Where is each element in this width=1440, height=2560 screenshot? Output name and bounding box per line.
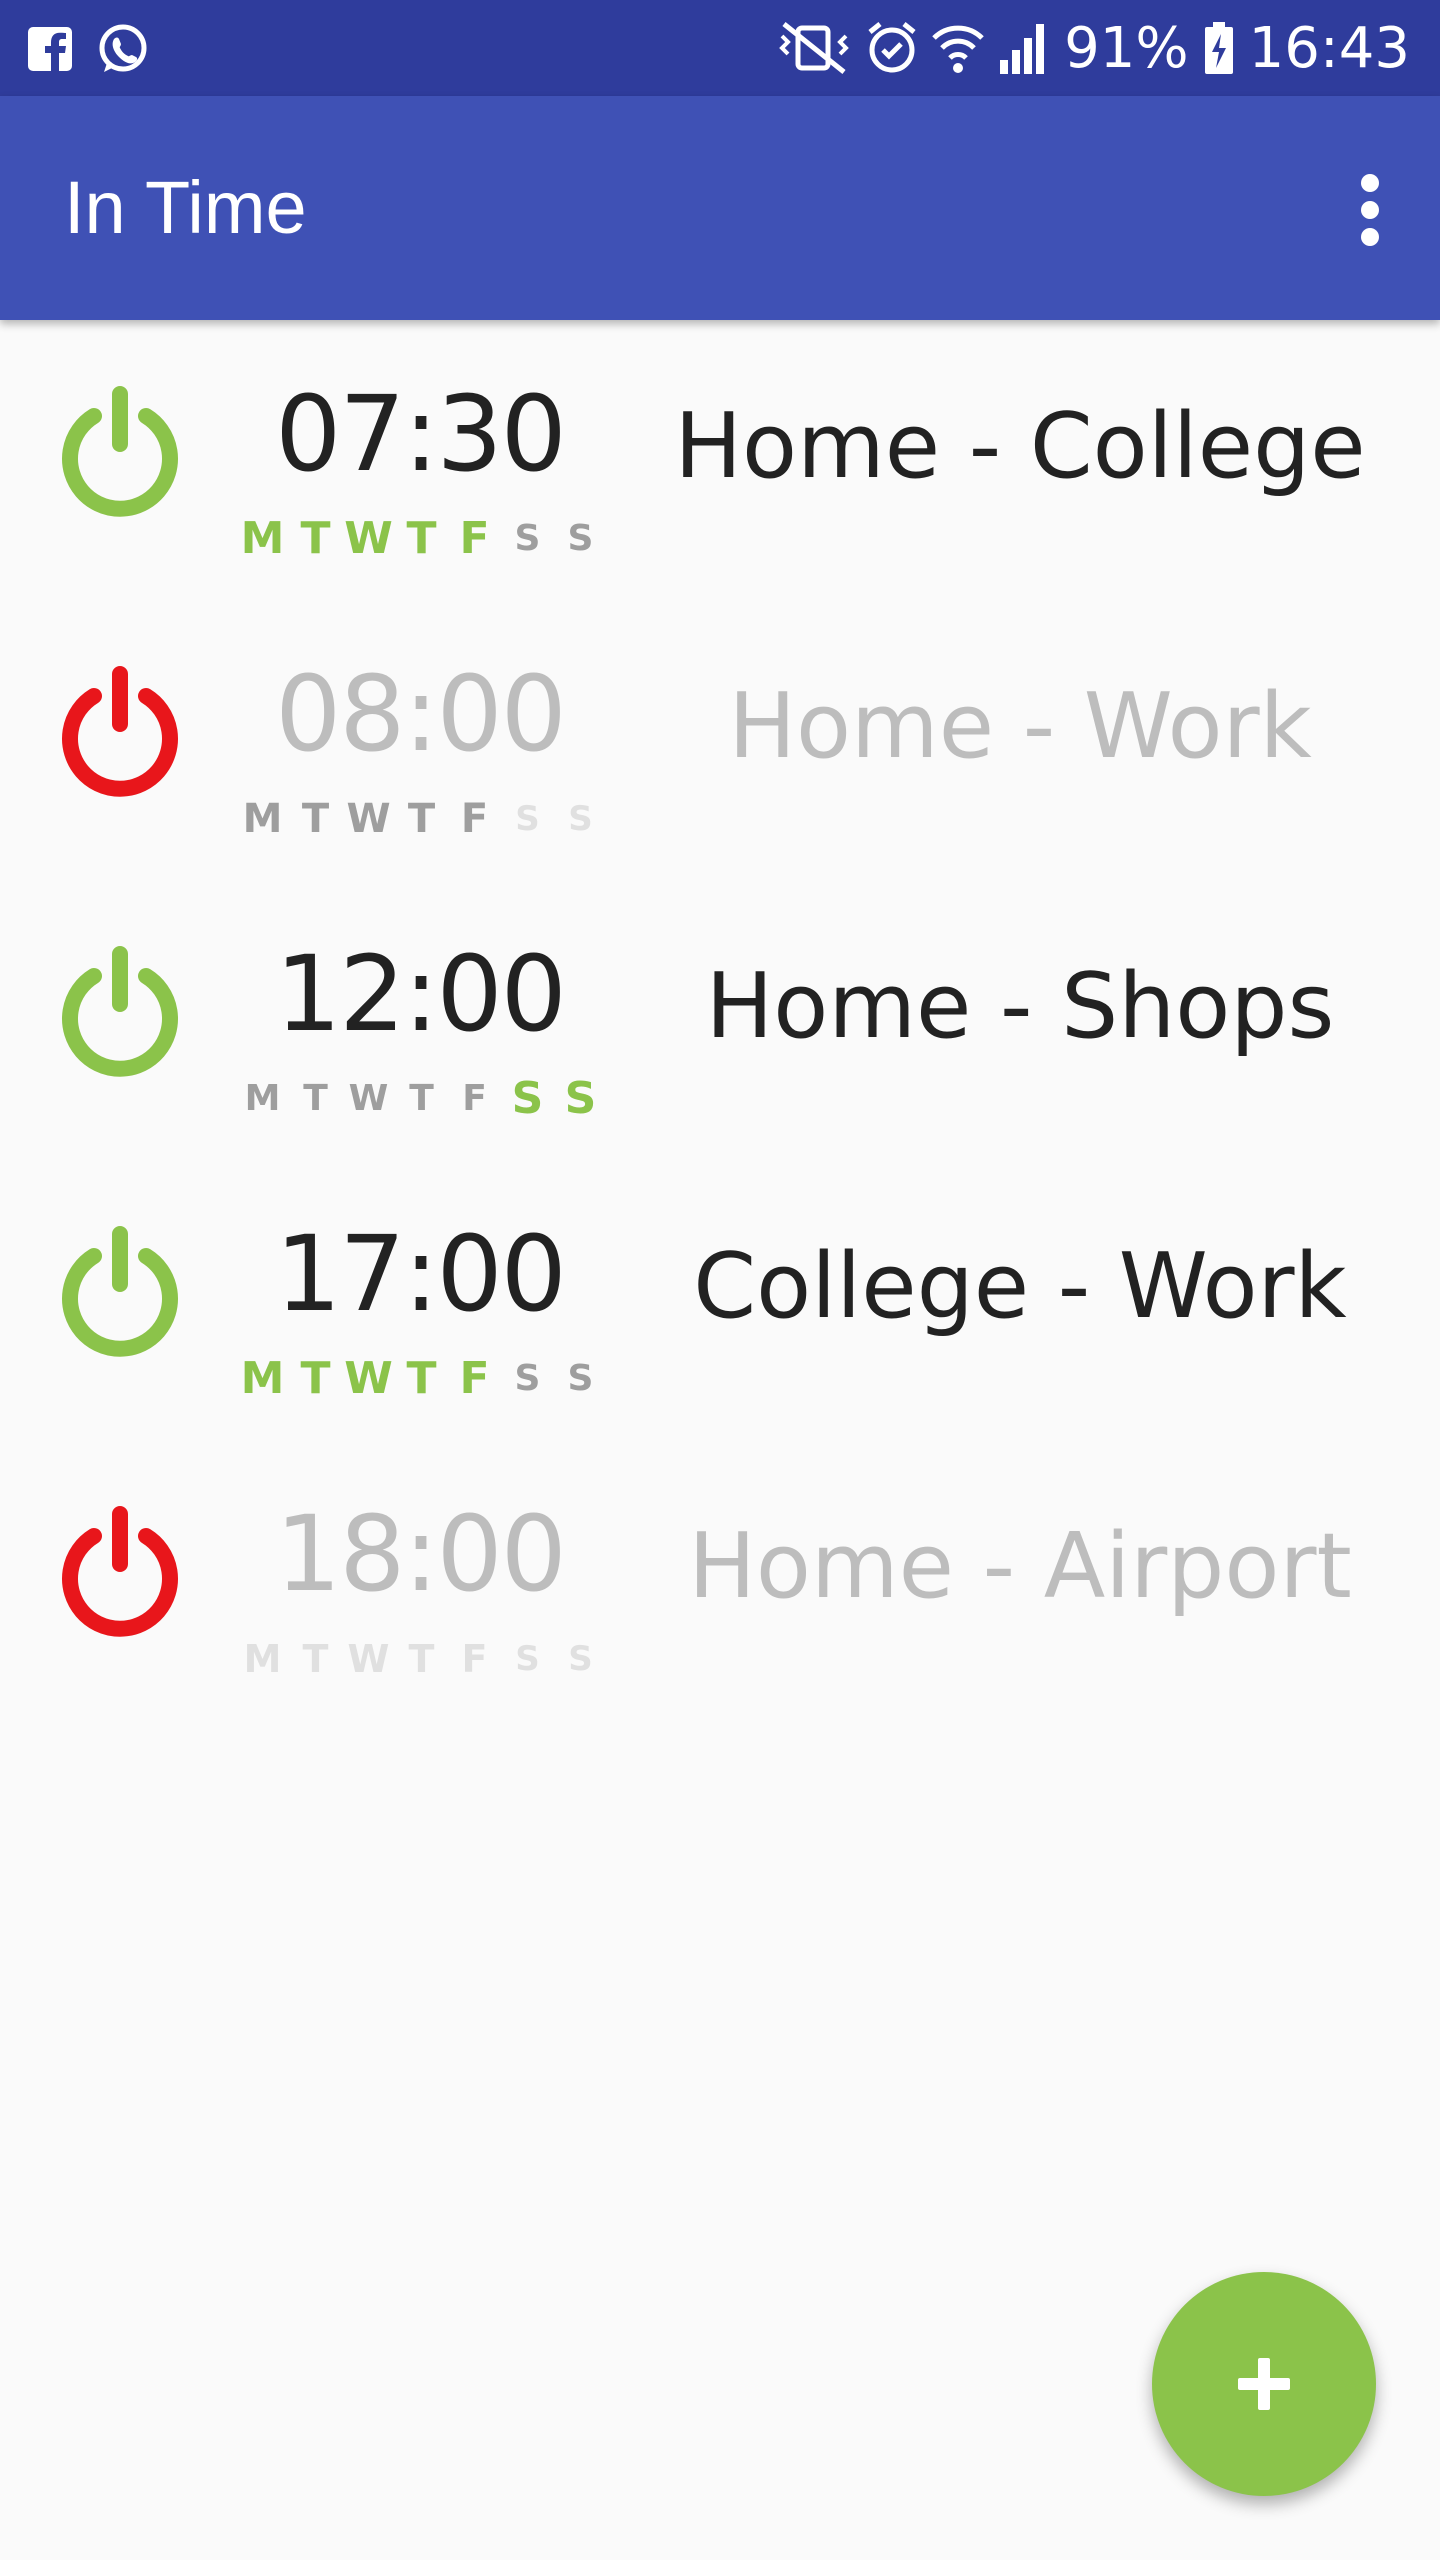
day-label: S — [511, 1073, 544, 1124]
power-on-icon[interactable] — [48, 1222, 192, 1366]
status-right-icons: 91% 16:43 — [776, 14, 1410, 82]
day-label: W — [347, 1637, 390, 1681]
day-label: T — [300, 1353, 331, 1404]
day-label: S — [515, 799, 540, 839]
alarm-route[interactable]: Home - College — [660, 392, 1380, 502]
alarm-time[interactable]: 12:00 — [230, 936, 610, 1052]
power-off-icon[interactable] — [48, 1502, 192, 1646]
vibrate-mute-icon — [779, 22, 849, 74]
alarm-days: MTWTFSS — [236, 514, 607, 564]
day-label: W — [344, 1353, 393, 1404]
alarm-days: MTWTFSS — [236, 1074, 607, 1124]
day-label: F — [462, 1078, 487, 1119]
battery-percent: 91% — [1064, 15, 1189, 81]
alarm-row[interactable]: 12:00 M T W T F S S Home - Shops — [0, 880, 1440, 1160]
day-label: S — [568, 799, 593, 839]
alarm-route[interactable]: Home - Work — [660, 672, 1380, 782]
status-time: 16:43 — [1248, 15, 1410, 81]
day-label: M — [240, 1353, 285, 1404]
day-label: M — [242, 796, 283, 842]
day-label: T — [408, 1637, 435, 1681]
signal-icon — [1000, 24, 1045, 74]
day-label: T — [409, 1078, 434, 1119]
alarm-time[interactable]: 08:00 — [230, 656, 610, 772]
wifi-icon — [932, 25, 984, 73]
alarm-list: 07:30 M T W T F S S Home - College 08:00 M T W T F S S Ho… — [0, 320, 1440, 1720]
day-label: T — [303, 1078, 328, 1119]
power-on-icon[interactable] — [48, 382, 192, 526]
add-alarm-button[interactable] — [1152, 2272, 1376, 2496]
day-label: M — [243, 1637, 282, 1681]
day-label: W — [344, 513, 393, 564]
day-label: F — [459, 1353, 490, 1404]
day-label: M — [244, 1078, 281, 1119]
battery-charging-icon — [1204, 22, 1233, 74]
day-label: T — [407, 796, 436, 842]
alarm-route[interactable]: Home - Shops — [660, 952, 1380, 1062]
alarm-row[interactable]: 17:00 M T W T F S S College - Work — [0, 1160, 1440, 1440]
day-label: T — [406, 513, 437, 564]
facebook-icon — [28, 27, 72, 71]
day-label: M — [240, 513, 285, 564]
alarm-days: MTWTFSS — [236, 1354, 607, 1404]
day-label: S — [514, 1358, 541, 1399]
plus-icon — [1238, 2358, 1290, 2410]
status-bar: 91% 16:43 — [0, 0, 1440, 96]
alarm-days: MTWTFSS — [236, 794, 607, 844]
day-label: S — [568, 1639, 593, 1679]
day-label: T — [406, 1353, 437, 1404]
app-title: In Time — [64, 166, 307, 249]
day-label: T — [301, 796, 330, 842]
status-left-icons — [26, 22, 150, 76]
alarm-route[interactable]: College - Work — [660, 1232, 1380, 1342]
alarm-row[interactable]: 07:30 M T W T F S S Home - College — [0, 320, 1440, 600]
day-label: W — [346, 796, 391, 842]
power-off-icon[interactable] — [48, 662, 192, 806]
day-label: T — [300, 513, 331, 564]
alarm-route[interactable]: Home - Airport — [660, 1512, 1380, 1622]
day-label: F — [460, 796, 489, 842]
day-label: S — [564, 1073, 597, 1124]
day-label: W — [348, 1078, 389, 1119]
app-bar: In Time — [0, 96, 1440, 320]
alarm-time[interactable]: 18:00 — [230, 1496, 610, 1612]
day-label: S — [514, 518, 541, 559]
alarm-row[interactable]: 18:00 M T W T F S S Home - Airport — [0, 1440, 1440, 1720]
day-label: T — [302, 1637, 329, 1681]
day-label: S — [567, 518, 594, 559]
alarm-icon — [868, 22, 916, 73]
alarm-row[interactable]: 08:00 M T W T F S S Home - Work — [0, 600, 1440, 880]
day-label: S — [515, 1639, 540, 1679]
day-label: F — [459, 513, 490, 564]
alarm-time[interactable]: 17:00 — [230, 1216, 610, 1332]
alarm-time[interactable]: 07:30 — [230, 376, 610, 492]
day-label: F — [461, 1637, 488, 1681]
day-label: S — [567, 1358, 594, 1399]
power-on-icon[interactable] — [48, 942, 192, 1086]
alarm-days: MTWTFSS — [236, 1634, 607, 1684]
more-vert-icon[interactable] — [1340, 168, 1400, 252]
whatsapp-icon — [99, 24, 147, 72]
